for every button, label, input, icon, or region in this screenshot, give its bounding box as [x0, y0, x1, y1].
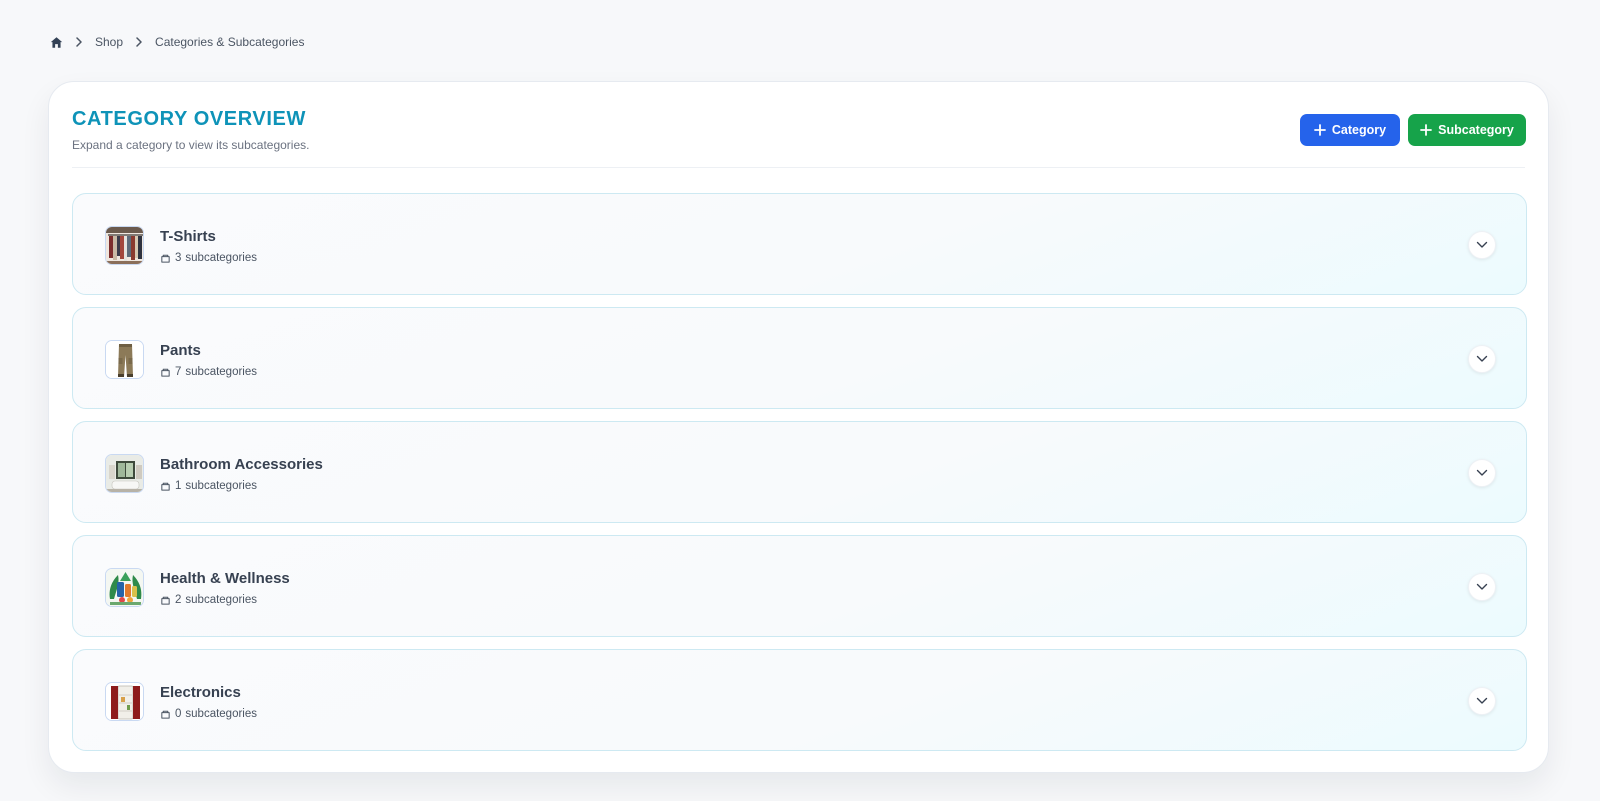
subcategory-count: 3 subcategories — [160, 252, 257, 264]
plus-icon — [1420, 124, 1433, 136]
category-name: Electronics — [160, 684, 241, 701]
chevron-right-icon — [133, 37, 145, 47]
category-item-bathroom-accessories[interactable]: Bathroom Accessories 1 subcategories — [72, 421, 1527, 523]
expand-chevron-button[interactable] — [1468, 687, 1496, 715]
expand-chevron-button[interactable] — [1468, 573, 1496, 601]
category-thumbnail-bathroom — [105, 454, 144, 493]
layers-icon — [160, 253, 171, 264]
category-thumbnail-refrigerator — [105, 682, 144, 721]
add-category-label: Category — [1331, 123, 1387, 137]
category-name: Bathroom Accessories — [160, 456, 323, 473]
expand-chevron-button[interactable] — [1468, 231, 1496, 259]
card-header: CATEGORY OVERVIEW Expand a category to v… — [72, 82, 1526, 168]
layers-icon — [160, 481, 171, 492]
breadcrumb-link-shop[interactable]: Shop — [95, 35, 123, 49]
chevron-down-icon — [1476, 355, 1488, 363]
subcategory-count-label: subcategories — [185, 480, 258, 492]
chevron-down-icon — [1476, 241, 1488, 249]
category-item-pants[interactable]: Pants 7 subcategories — [72, 307, 1527, 409]
expand-chevron-button[interactable] — [1468, 459, 1496, 487]
category-name: Health & Wellness — [160, 570, 290, 587]
subcategory-count-value: 2 — [175, 594, 182, 606]
layers-icon — [160, 709, 171, 720]
category-thumbnail-health-products — [105, 568, 144, 607]
subcategory-count-value: 1 — [175, 480, 182, 492]
plus-icon — [1314, 124, 1326, 136]
home-icon[interactable] — [50, 36, 63, 49]
chevron-down-icon — [1476, 697, 1488, 705]
subcategory-count-label: subcategories — [185, 594, 258, 606]
subcategory-count-label: subcategories — [185, 252, 258, 264]
category-name: Pants — [160, 342, 201, 359]
subcategory-count-value: 0 — [175, 708, 182, 720]
subcategory-count-value: 7 — [175, 366, 182, 378]
subcategory-count: 1 subcategories — [160, 480, 257, 492]
layers-icon — [160, 367, 171, 378]
subcategory-count: 0 subcategories — [160, 708, 257, 720]
category-item-electronics[interactable]: Electronics 0 subcategories — [72, 649, 1527, 751]
expand-chevron-button[interactable] — [1468, 345, 1496, 373]
subcategory-count-label: subcategories — [185, 366, 258, 378]
breadcrumb: Shop Categories & Subcategories — [50, 35, 304, 49]
add-subcategory-button[interactable]: Subcategory — [1408, 114, 1526, 146]
page-title: CATEGORY OVERVIEW — [72, 108, 306, 130]
category-list: T-Shirts 3 subcategories Pants 7 subcate… — [72, 193, 1527, 763]
category-overview-card: CATEGORY OVERVIEW Expand a category to v… — [48, 81, 1549, 773]
category-thumbnail-clothing-rack — [105, 226, 144, 265]
category-item-health-wellness[interactable]: Health & Wellness 2 subcategories — [72, 535, 1527, 637]
breadcrumb-current: Categories & Subcategories — [155, 35, 305, 49]
chevron-right-icon — [73, 37, 85, 47]
add-category-button[interactable]: Category — [1300, 114, 1400, 146]
subcategory-count: 7 subcategories — [160, 366, 257, 378]
page-subtitle: Expand a category to view its subcategor… — [72, 138, 310, 152]
chevron-down-icon — [1476, 469, 1488, 477]
add-subcategory-label: Subcategory — [1438, 123, 1514, 137]
layers-icon — [160, 595, 171, 606]
category-thumbnail-cargo-pants — [105, 340, 144, 379]
category-name: T-Shirts — [160, 228, 216, 245]
subcategory-count: 2 subcategories — [160, 594, 257, 606]
category-item-t-shirts[interactable]: T-Shirts 3 subcategories — [72, 193, 1527, 295]
subcategory-count-label: subcategories — [185, 708, 258, 720]
chevron-down-icon — [1476, 583, 1488, 591]
subcategory-count-value: 3 — [175, 252, 182, 264]
